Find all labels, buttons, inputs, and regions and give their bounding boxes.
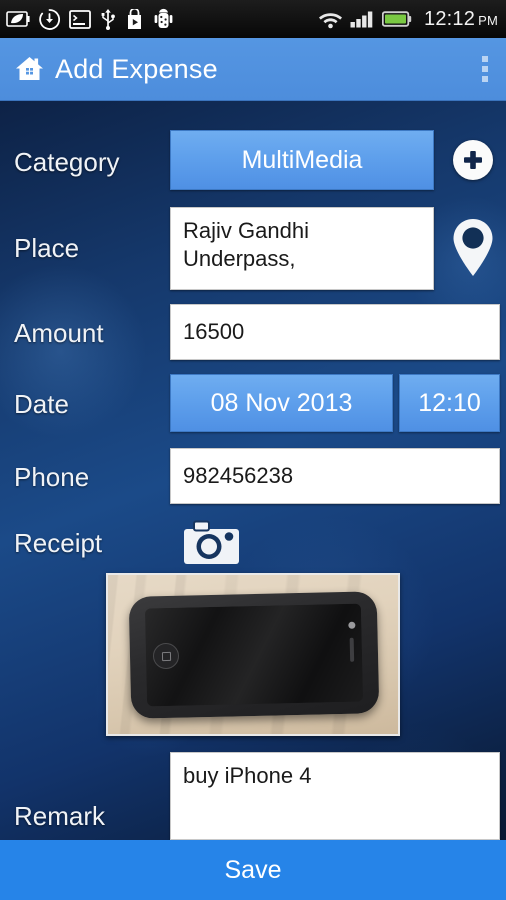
phone-label: Phone: [14, 462, 90, 492]
download-sync-icon: [39, 8, 60, 30]
date-value: 08 Nov 2013: [210, 388, 353, 417]
save-button[interactable]: Save: [0, 840, 506, 900]
amount-input[interactable]: 16500: [170, 304, 500, 360]
battery-icon: [382, 11, 412, 27]
date-label: Date: [14, 389, 69, 419]
status-bar: 12:12 PM: [0, 0, 506, 38]
remark-input[interactable]: buy iPhone 4: [170, 752, 500, 840]
category-select-button[interactable]: MultiMedia: [170, 130, 434, 190]
capture-receipt-button[interactable]: [183, 519, 240, 571]
receipt-label: Receipt: [14, 528, 103, 558]
power-saving-icon: [6, 11, 30, 27]
date-picker-button[interactable]: 08 Nov 2013: [170, 374, 393, 432]
remark-value: buy iPhone 4: [183, 763, 312, 788]
category-label-wrap: Category: [14, 147, 120, 178]
overflow-dot: [482, 66, 488, 72]
amount-label-wrap: Amount: [14, 318, 104, 349]
overflow-menu-icon[interactable]: [482, 56, 488, 82]
camera-icon: [184, 520, 239, 564]
place-value: Rajiv Gandhi Underpass,: [183, 218, 309, 272]
category-value: MultiMedia: [241, 145, 363, 174]
android-debug-icon: [154, 8, 173, 28]
pick-location-button[interactable]: [450, 217, 496, 284]
phone-value: 982456238: [183, 462, 294, 488]
status-bar-left-icons: [6, 8, 318, 30]
map-pin-icon: [453, 219, 493, 276]
time-picker-button[interactable]: 12:10: [399, 374, 500, 432]
add-category-button[interactable]: [453, 140, 493, 180]
save-button-label: Save: [224, 855, 282, 884]
plus-circle-icon: [454, 141, 492, 179]
phone-input[interactable]: 982456238: [170, 448, 500, 504]
action-bar: Add Expense: [0, 38, 506, 101]
status-bar-clock: 12:12 PM: [424, 8, 498, 31]
usb-icon: [101, 9, 115, 30]
home-icon[interactable]: [14, 54, 45, 84]
wifi-icon: [319, 13, 343, 29]
overflow-dot: [482, 56, 488, 62]
receipt-label-wrap: Receipt: [14, 528, 102, 559]
status-bar-right-icons: 12:12 PM: [318, 8, 498, 31]
time-value: 12:10: [418, 388, 481, 417]
category-label: Category: [14, 147, 120, 177]
remark-label-wrap: Remark: [14, 801, 105, 832]
receipt-photo[interactable]: [106, 573, 400, 736]
expense-form: Category MultiMedia Place Rajiv Gandhi U…: [0, 101, 506, 840]
photo-phone-speaker: [349, 637, 355, 662]
place-label-wrap: Place: [14, 233, 79, 264]
terminal-icon: [69, 9, 91, 29]
place-input[interactable]: Rajiv Gandhi Underpass,: [170, 207, 434, 290]
place-label: Place: [14, 233, 80, 263]
clock-time: 12:12: [424, 7, 476, 30]
page-title: Add Expense: [55, 53, 218, 84]
play-store-icon: [128, 8, 141, 29]
app-screen: 12:12PM Add Expense Category MultiMedia: [0, 0, 506, 900]
remark-label: Remark: [14, 801, 106, 831]
photo-phone-body: [128, 591, 380, 719]
phone-label-wrap: Phone: [14, 462, 89, 493]
overflow-dot: [482, 76, 488, 82]
amount-value: 16500: [183, 318, 245, 344]
amount-label: Amount: [14, 318, 104, 348]
signal-bars-icon: [350, 11, 373, 28]
photo-phone-home-square: [161, 651, 172, 662]
clock-ampm: PM: [478, 12, 498, 28]
date-label-wrap: Date: [14, 389, 69, 420]
